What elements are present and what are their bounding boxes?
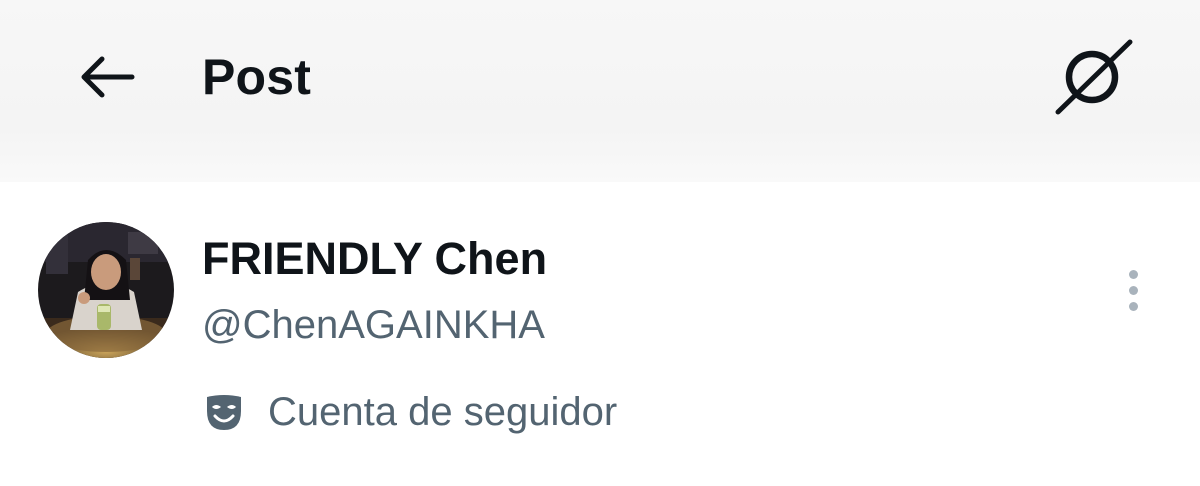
arrow-left-icon — [81, 56, 135, 98]
back-button[interactable] — [70, 46, 142, 108]
avatar[interactable] — [38, 222, 174, 358]
account-type-label: Cuenta de seguidor — [268, 390, 618, 434]
more-options-button[interactable] — [1110, 262, 1156, 318]
post-author-section: FRIENDLY Chen @ChenAGAINKHA Cuenta de se… — [0, 182, 1200, 486]
more-vertical-icon — [1128, 285, 1138, 295]
more-vertical-icon — [1128, 269, 1138, 279]
display-name[interactable]: FRIENDLY Chen — [202, 232, 547, 286]
user-handle[interactable]: @ChenAGAINKHA — [202, 300, 545, 350]
more-vertical-icon — [1128, 301, 1138, 311]
account-type-badge: Cuenta de seguidor — [204, 386, 617, 438]
grok-button[interactable] — [1050, 36, 1136, 116]
grok-icon — [1055, 39, 1133, 115]
mask-icon — [207, 395, 241, 430]
profile-photo — [38, 222, 174, 358]
page-title: Post — [202, 49, 312, 105]
top-bar: Post — [0, 0, 1200, 182]
